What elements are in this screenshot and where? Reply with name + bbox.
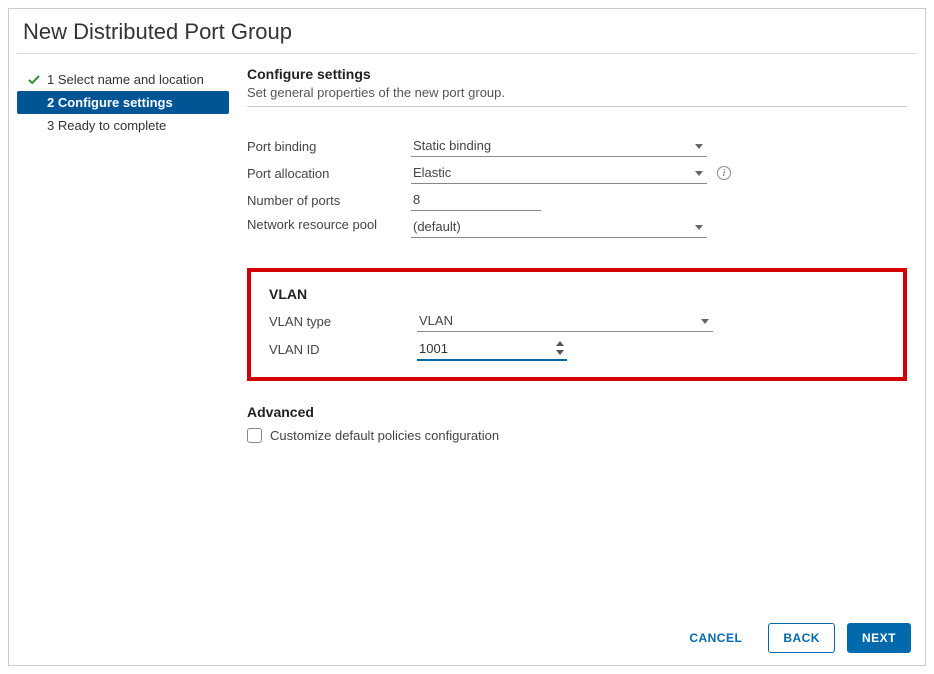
network-resource-pool-select[interactable]: (default) bbox=[411, 216, 707, 238]
divider bbox=[247, 106, 907, 107]
row-port-binding: Port binding Static binding bbox=[247, 135, 907, 157]
check-icon bbox=[27, 74, 41, 86]
customize-policies-checkbox[interactable] bbox=[247, 428, 262, 443]
dialog-body: 1 Select name and location 2 Configure s… bbox=[9, 54, 925, 611]
label-number-of-ports: Number of ports bbox=[247, 193, 411, 208]
vlan-group-title: VLAN bbox=[269, 286, 885, 302]
row-port-allocation: Port allocation Elastic i bbox=[247, 162, 907, 184]
advanced-section: Advanced Customize default policies conf… bbox=[247, 404, 907, 443]
cancel-button[interactable]: CANCEL bbox=[675, 624, 756, 652]
wizard-step-1[interactable]: 1 Select name and location bbox=[17, 68, 229, 91]
wizard-step-label: 3 Ready to complete bbox=[47, 118, 166, 133]
back-button[interactable]: BACK bbox=[768, 623, 835, 653]
form: Port binding Static binding Port allocat… bbox=[247, 135, 907, 443]
number-of-ports-input[interactable] bbox=[411, 189, 541, 211]
wizard-step-label: 1 Select name and location bbox=[47, 72, 204, 87]
port-binding-select[interactable]: Static binding bbox=[411, 135, 707, 157]
row-number-of-ports: Number of ports bbox=[247, 189, 907, 211]
port-allocation-select[interactable]: Elastic bbox=[411, 162, 707, 184]
label-vlan-type: VLAN type bbox=[269, 314, 417, 329]
row-network-resource-pool: Network resource pool (default) bbox=[247, 216, 907, 238]
wizard-step-label: 2 Configure settings bbox=[47, 95, 173, 110]
wizard-content: Configure settings Set general propertie… bbox=[229, 62, 917, 611]
vlan-highlight: VLAN VLAN type VLAN VLAN ID bbox=[247, 268, 907, 381]
label-port-binding: Port binding bbox=[247, 139, 411, 154]
customize-policies-label: Customize default policies configuration bbox=[270, 428, 499, 443]
row-vlan-type: VLAN type VLAN bbox=[269, 310, 885, 332]
advanced-group-title: Advanced bbox=[247, 404, 907, 420]
wizard-steps: 1 Select name and location 2 Configure s… bbox=[17, 62, 229, 611]
section-subtitle: Set general properties of the new port g… bbox=[247, 85, 907, 100]
spinner-up-icon[interactable] bbox=[553, 339, 567, 348]
section-title: Configure settings bbox=[247, 66, 907, 82]
wizard-step-2[interactable]: 2 Configure settings bbox=[17, 91, 229, 114]
dialog-footer: CANCEL BACK NEXT bbox=[9, 611, 925, 665]
label-network-resource-pool: Network resource pool bbox=[247, 216, 411, 234]
label-vlan-id: VLAN ID bbox=[269, 342, 417, 357]
wizard-step-3[interactable]: 3 Ready to complete bbox=[17, 114, 229, 137]
vlan-id-input[interactable] bbox=[417, 337, 567, 361]
label-port-allocation: Port allocation bbox=[247, 166, 411, 181]
next-button[interactable]: NEXT bbox=[847, 623, 911, 653]
vlan-type-select[interactable]: VLAN bbox=[417, 310, 713, 332]
dialog: New Distributed Port Group 1 Select name… bbox=[8, 8, 926, 666]
dialog-title: New Distributed Port Group bbox=[9, 9, 925, 53]
info-icon[interactable]: i bbox=[717, 166, 731, 180]
row-vlan-id: VLAN ID bbox=[269, 337, 885, 361]
spinner-down-icon[interactable] bbox=[553, 348, 567, 357]
